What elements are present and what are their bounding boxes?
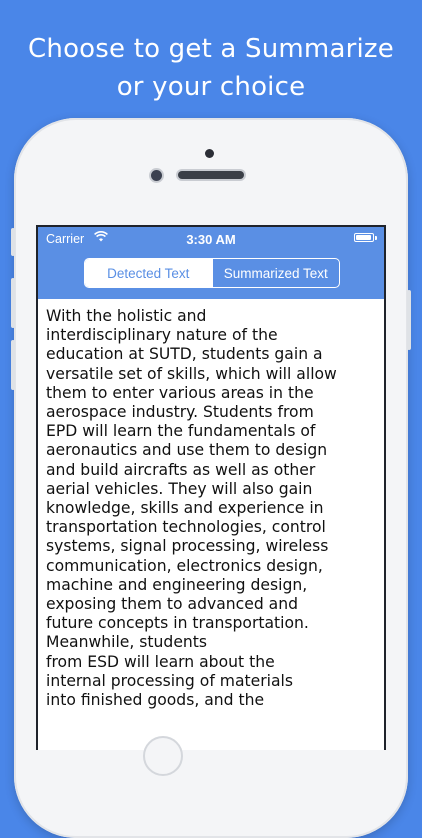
headline-line-1: Choose to get a Summarize	[28, 34, 394, 64]
proximity-sensor	[205, 149, 214, 158]
promo-headline: Choose to get a Summarize or your choice	[0, 30, 422, 106]
volume-down-button	[11, 340, 15, 390]
tab-detected-text[interactable]: Detected Text	[85, 259, 212, 287]
detected-text-content: With the holistic and interdisciplinary …	[46, 307, 337, 710]
volume-up-button	[11, 278, 15, 328]
phone-screen: Carrier 3:30 AM Detected Text Summarized…	[36, 225, 386, 750]
battery-icon	[354, 233, 377, 242]
power-button	[407, 290, 411, 350]
home-button[interactable]	[143, 736, 183, 776]
text-mode-segmented-control: Detected Text Summarized Text	[84, 258, 340, 288]
battery-level-fill	[356, 235, 371, 240]
status-time: 3:30 AM	[186, 232, 236, 247]
front-camera-icon	[151, 170, 162, 181]
status-bar: Carrier 3:30 AM	[38, 227, 384, 249]
headline-line-2: or your choice	[116, 72, 306, 102]
earpiece-speaker	[178, 171, 244, 179]
navigation-bar: Carrier 3:30 AM Detected Text Summarized…	[38, 227, 384, 299]
mute-switch	[11, 228, 15, 256]
tab-summarized-text[interactable]: Summarized Text	[211, 259, 340, 287]
